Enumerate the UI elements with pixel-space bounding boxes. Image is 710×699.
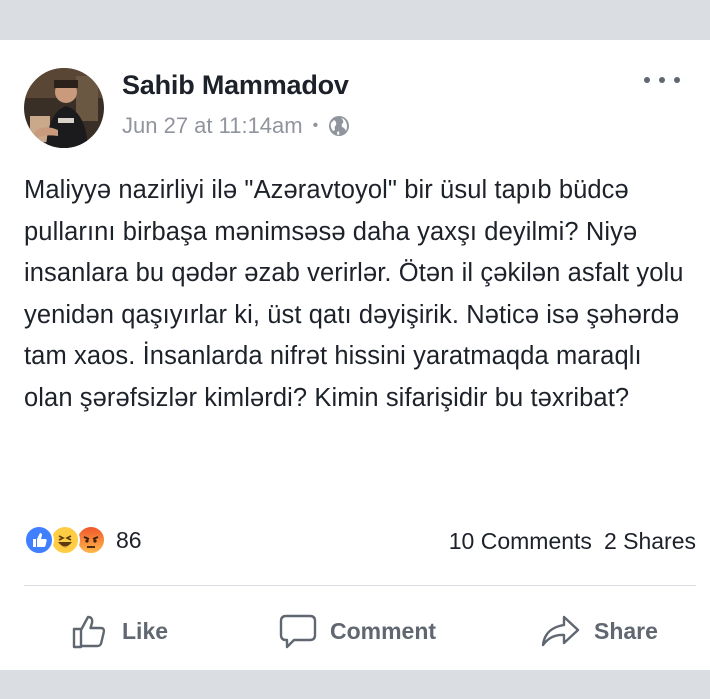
share-arrow-icon bbox=[541, 615, 580, 647]
post-card: Sahib Mammadov Jun 27 at 11:14am • Maliy… bbox=[0, 40, 710, 670]
haha-icon bbox=[50, 525, 80, 555]
post-stats: 10 Comments 2 Shares bbox=[449, 528, 696, 555]
thumbs-up-icon bbox=[72, 615, 106, 649]
more-dot-icon bbox=[659, 77, 665, 83]
author-avatar[interactable] bbox=[24, 68, 104, 148]
reaction-count: 86 bbox=[116, 526, 142, 553]
author-name[interactable]: Sahib Mammadov bbox=[122, 70, 349, 101]
share-button[interactable]: Share bbox=[540, 608, 658, 654]
shares-count-link[interactable]: 2 Shares bbox=[604, 528, 696, 555]
globe-icon[interactable] bbox=[327, 114, 351, 138]
comment-bubble-icon bbox=[279, 614, 317, 649]
comments-count-link[interactable]: 10 Comments bbox=[449, 528, 592, 555]
divider bbox=[24, 585, 696, 586]
post-timestamp[interactable]: Jun 27 at 11:14am bbox=[122, 113, 303, 139]
comment-label: Comment bbox=[330, 617, 437, 644]
like-label: Like bbox=[122, 617, 169, 644]
reactions-summary[interactable]: 86 bbox=[24, 525, 142, 555]
like-icon bbox=[24, 525, 54, 555]
angry-icon bbox=[76, 525, 106, 555]
more-dot-icon bbox=[674, 77, 680, 83]
meta-separator: • bbox=[312, 117, 319, 134]
more-options-button[interactable] bbox=[644, 70, 680, 90]
post-meta: Jun 27 at 11:14am • bbox=[122, 113, 351, 139]
share-label: Share bbox=[594, 617, 658, 644]
post-text: Maliyyə nazirliyi ilə "Azəravtoyol" bir … bbox=[24, 176, 684, 412]
action-bar: Like Comment Share bbox=[0, 608, 710, 654]
comment-button[interactable]: Comment bbox=[278, 608, 436, 654]
like-button[interactable]: Like bbox=[70, 608, 168, 654]
more-dot-icon bbox=[644, 77, 650, 83]
